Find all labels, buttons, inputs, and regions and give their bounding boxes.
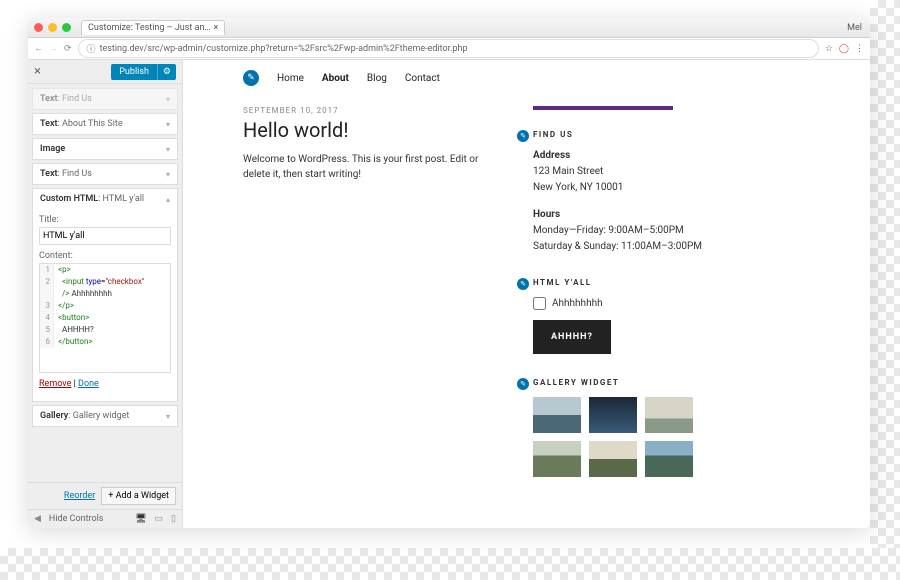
- edit-shortcut-icon[interactable]: ✎: [517, 130, 529, 142]
- widget-html-yall: ✎ HTML Y'ALL Ahhhhhhhh AHHHH?: [533, 278, 733, 354]
- header-image: [533, 106, 673, 110]
- hide-controls-link[interactable]: Hide Controls: [49, 514, 104, 524]
- edit-shortcut-icon[interactable]: ✎: [517, 278, 529, 290]
- gallery-thumb[interactable]: [533, 441, 581, 477]
- remove-link[interactable]: Remove: [39, 379, 71, 389]
- chevron-down-icon: ▾: [166, 412, 170, 421]
- widget-text-about[interactable]: Text: About This Site▾: [32, 113, 178, 135]
- gallery-thumb[interactable]: [589, 441, 637, 477]
- title-field-label: Title:: [39, 215, 171, 225]
- post-body: Welcome to WordPress. This is your first…: [243, 152, 503, 182]
- minimize-window-icon[interactable]: [48, 23, 57, 32]
- reorder-link[interactable]: Reorder: [64, 491, 95, 501]
- maximize-window-icon[interactable]: [62, 23, 71, 32]
- sidebar-header: × Publish ⚙: [28, 60, 182, 84]
- mobile-icon[interactable]: ▯: [171, 514, 176, 524]
- chevron-up-icon: ▴: [166, 195, 170, 204]
- app-content: × Publish ⚙ Text: Find Us▾ Text: About T…: [28, 60, 870, 528]
- gallery-thumb[interactable]: [589, 397, 637, 433]
- code-editor[interactable]: 1<p> 2 <input type="checkbox" /> Ahhhhhh…: [39, 263, 171, 373]
- widget-actions: Remove | Done: [39, 373, 171, 395]
- url-text: testing.dev/src/wp-admin/customize.php?r…: [100, 44, 468, 54]
- transparency-right: [870, 0, 900, 548]
- browser-window: Customize: Testing – Just an… × Mel ← → …: [28, 18, 870, 528]
- publish-button[interactable]: Publish: [111, 64, 157, 80]
- gallery-thumb[interactable]: [645, 397, 693, 433]
- add-widget-button[interactable]: + Add a Widget: [101, 487, 176, 505]
- post-date: SEPTEMBER 10, 2017: [243, 106, 503, 115]
- edit-shortcut-icon[interactable]: ✎: [517, 378, 529, 390]
- window-controls: [34, 23, 71, 32]
- widget-text-findus2[interactable]: Text: Find Us▾: [32, 163, 178, 185]
- customizer-sidebar: × Publish ⚙ Text: Find Us▾ Text: About T…: [28, 60, 183, 528]
- gallery-grid: [533, 397, 733, 477]
- post-title[interactable]: Hello world!: [243, 118, 503, 142]
- hours-label: Hours: [533, 209, 560, 220]
- menu-icon[interactable]: ⋮: [855, 44, 864, 54]
- widget-gallery[interactable]: Gallery: Gallery widget▾: [32, 405, 178, 427]
- sidebar-footer: Reorder + Add a Widget ◀ Hide Controls 🖥…: [28, 482, 182, 528]
- site-preview: ✎ Home About Blog Contact SEPTEMBER 10, …: [183, 60, 870, 528]
- chevron-down-icon: ▾: [166, 120, 170, 129]
- site-main: SEPTEMBER 10, 2017 Hello world! Welcome …: [183, 96, 870, 511]
- window-titlebar: Customize: Testing – Just an… × Mel: [28, 18, 870, 38]
- checkbox-ahh[interactable]: [533, 297, 546, 310]
- url-bar: ← → ⟳ ⓘ testing.dev/src/wp-admin/customi…: [28, 38, 870, 60]
- gallery-thumb[interactable]: [533, 397, 581, 433]
- reload-icon[interactable]: ⟳: [64, 44, 72, 54]
- chevron-down-icon: ▾: [166, 145, 170, 154]
- close-panel-icon[interactable]: ×: [34, 64, 41, 79]
- address-bar[interactable]: ⓘ testing.dev/src/wp-admin/customize.php…: [78, 39, 819, 58]
- collapse-icon[interactable]: ◀: [34, 514, 41, 524]
- back-icon[interactable]: ←: [34, 43, 43, 54]
- address-label: Address: [533, 150, 570, 161]
- close-window-icon[interactable]: [34, 23, 43, 32]
- widget-title: FIND US: [533, 130, 733, 139]
- nav-about[interactable]: About: [322, 73, 349, 84]
- hours-line: Monday—Friday: 9:00AM–5:00PM: [533, 224, 733, 238]
- widget-title: GALLERY WIDGET: [533, 378, 733, 387]
- publish-group: Publish ⚙: [111, 64, 176, 80]
- ahhhh-button[interactable]: AHHHH?: [533, 320, 611, 354]
- chevron-down-icon: ▾: [166, 95, 170, 104]
- edit-shortcut-icon[interactable]: ✎: [243, 70, 259, 86]
- widget-findus: ✎ FIND US Address 123 Main Street New Yo…: [533, 130, 733, 254]
- transparency-bottom: [0, 548, 900, 580]
- widget-title: HTML Y'ALL: [533, 278, 733, 287]
- desktop-icon[interactable]: 🖥: [135, 514, 146, 524]
- widget-image[interactable]: Image▾: [32, 138, 178, 160]
- tab-close-icon[interactable]: ×: [213, 23, 218, 33]
- star-icon[interactable]: ☆: [825, 44, 833, 54]
- browser-profile[interactable]: Mel: [847, 23, 862, 33]
- browser-tab[interactable]: Customize: Testing – Just an… ×: [81, 20, 225, 35]
- content-field-label: Content:: [39, 251, 171, 261]
- title-field[interactable]: [39, 227, 171, 245]
- widget-gallery-preview: ✎ GALLERY WIDGET: [533, 378, 733, 477]
- widget-editor: Title: Content: 1<p> 2 <input type="chec…: [32, 209, 178, 402]
- post: SEPTEMBER 10, 2017 Hello world! Welcome …: [243, 106, 503, 501]
- hours-line: Saturday & Sunday: 11:00AM–3:00PM: [533, 240, 733, 254]
- chevron-down-icon: ▾: [166, 170, 170, 179]
- tab-title: Customize: Testing – Just an…: [88, 23, 210, 33]
- device-preview: 🖥 ▭ ▯: [135, 514, 176, 524]
- tablet-icon[interactable]: ▭: [155, 514, 164, 524]
- widget-text-findus[interactable]: Text: Find Us▾: [32, 88, 178, 110]
- widget-custom-html[interactable]: Custom HTML: HTML y'all▴: [32, 188, 178, 209]
- info-icon: ⓘ: [87, 42, 96, 55]
- site-nav: ✎ Home About Blog Contact: [183, 60, 870, 96]
- done-link[interactable]: Done: [78, 379, 99, 389]
- nav-home[interactable]: Home: [277, 73, 304, 84]
- widget-list: Text: Find Us▾ Text: About This Site▾ Im…: [28, 84, 182, 482]
- gallery-thumb[interactable]: [645, 441, 693, 477]
- checkbox-label: Ahhhhhhhh: [552, 298, 603, 309]
- nav-blog[interactable]: Blog: [367, 73, 387, 84]
- forward-icon[interactable]: →: [49, 43, 58, 54]
- nav-contact[interactable]: Contact: [405, 73, 440, 84]
- address-line: 123 Main Street: [533, 165, 733, 179]
- site-sidebar: ✎ FIND US Address 123 Main Street New Yo…: [533, 106, 733, 501]
- extension-icon[interactable]: ◯: [839, 44, 849, 54]
- publish-settings-button[interactable]: ⚙: [157, 64, 176, 80]
- address-line: New York, NY 10001: [533, 181, 733, 195]
